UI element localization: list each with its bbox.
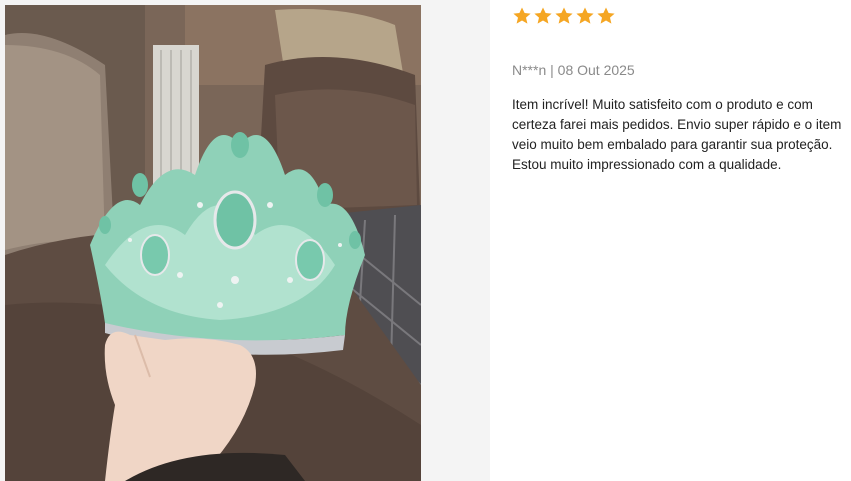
review-meta: N***n | 08 Out 2025 [512, 62, 635, 78]
star-icon [512, 6, 532, 26]
review-photo[interactable] [5, 5, 421, 481]
review-text: Item incrível! Muito satisfeito com o pr… [512, 97, 842, 172]
review-photo-panel [0, 0, 490, 481]
rating-stars [512, 6, 616, 26]
star-icon [575, 6, 595, 26]
star-icon [596, 6, 616, 26]
star-icon [533, 6, 553, 26]
star-icon [554, 6, 574, 26]
